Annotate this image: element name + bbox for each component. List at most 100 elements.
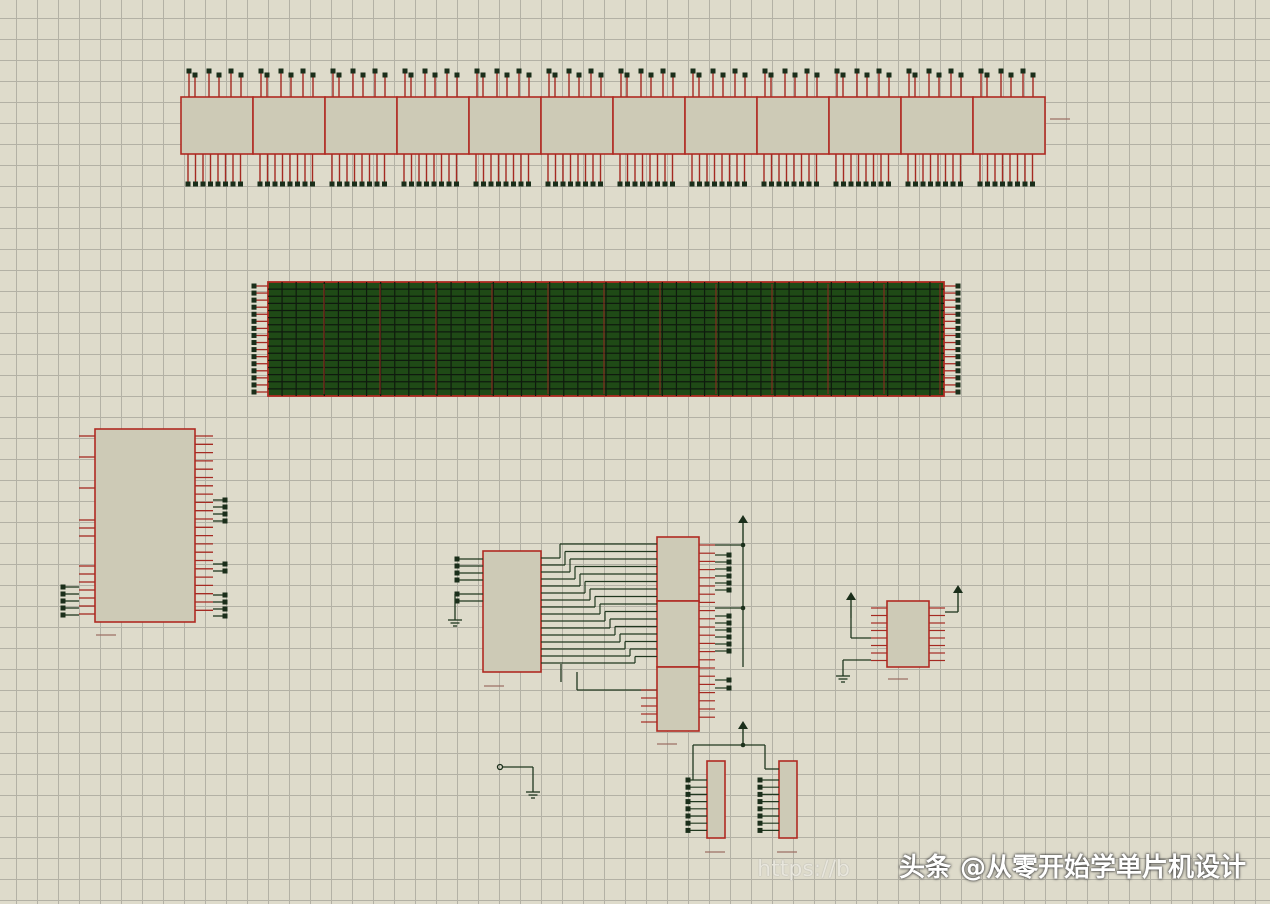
pin-terminal-icon [454,556,460,562]
pin-terminal-icon [251,382,257,388]
pin-terminal-icon [998,68,1004,74]
pin-terminal-icon [647,181,653,187]
pin-terminal-icon [955,332,961,338]
pin-terminal-icon [496,181,501,187]
pin-terminal-icon [251,389,257,395]
pin-terminal-icon [265,181,270,187]
pin-terminal-icon [704,181,710,187]
pin-terminal-icon [1000,181,1005,187]
display-module [468,96,542,155]
pin-terminal-icon [757,827,763,833]
pin-terminal-icon [814,72,820,78]
pin-terminal-icon [757,813,763,819]
pin-terminal-icon [60,605,66,611]
pin-terminal-icon [251,340,257,346]
pin-terminal-icon [488,181,494,187]
pin-terminal-icon [648,72,654,78]
pin-terminal-icon [206,68,212,74]
pin-terminal-icon [863,181,869,187]
pin-terminal-icon [955,389,961,395]
pin-terminal-icon [222,504,228,510]
display-module [828,96,902,155]
microcontroller [94,428,196,623]
pin-terminal-icon [955,325,961,331]
pin-terminal-icon [374,181,380,187]
pin-terminal-icon [726,580,732,586]
pin-terminal-icon [955,297,961,303]
pin-terminal-icon [504,72,510,78]
pin-terminal-icon [350,68,356,74]
pin-terminal-icon [1007,181,1013,187]
pin-terminal-icon [726,634,732,640]
pin-terminal-icon [955,311,961,317]
pin-terminal-icon [799,181,804,187]
pin-terminal-icon [640,181,645,187]
watermark-brand: 头条 @从零开始学单片机设计 [898,853,1246,883]
pin-terminal-icon [697,181,702,187]
pin-terminal-icon [251,361,257,367]
component-label [888,678,908,680]
pin-terminal-icon [905,181,911,187]
pin-terminal-icon [222,568,228,574]
component-label [96,634,116,636]
pin-terminal-icon [444,68,450,74]
pin-terminal-icon [955,347,961,353]
power-arrow-head [953,585,963,593]
pin-terminal-icon [251,290,257,296]
display-module [324,96,398,155]
pin-terminal-icon [310,181,315,187]
pin-terminal-icon [546,68,552,74]
pin-terminal-icon [185,181,191,187]
pin-terminal-icon [696,72,702,78]
pin-terminal-icon [454,563,460,569]
pin-terminal-icon [955,361,961,367]
pin-terminal-icon [401,181,407,187]
pin-terminal-icon [726,677,732,683]
pin-terminal-icon [977,181,983,187]
pin-terminal-icon [864,72,870,78]
display-module [612,96,686,155]
pin-terminal-icon [192,72,198,78]
pin-terminal-icon [792,72,798,78]
display-module [396,96,470,155]
pin-terminal-icon [295,181,300,187]
pin-terminal-icon [446,181,452,187]
probe-terminal [496,763,504,771]
pin-terminal-icon [382,72,388,78]
pin-terminal-icon [886,72,892,78]
pin-terminal-icon [936,72,942,78]
pin-terminal-icon [251,297,257,303]
pin-terminal-icon [590,181,596,187]
pin-terminal-icon [985,181,990,187]
component-label [777,851,797,853]
pin-terminal-icon [251,325,257,331]
pin-terminal-icon [560,181,566,187]
pin-terminal-icon [742,181,747,187]
display-module [972,96,1046,155]
pin-terminal-icon [222,511,228,517]
pin-terminal-icon [1020,68,1026,74]
pin-terminal-icon [978,68,984,74]
pin-terminal-icon [1022,181,1028,187]
pin-terminal-icon [841,181,846,187]
pin-terminal-icon [280,181,285,187]
pin-terminal-icon [984,72,990,78]
pin-terminal-icon [660,68,666,74]
pin-terminal-icon [424,181,429,187]
component-label [657,743,677,745]
pin-terminal-icon [958,181,963,187]
pin-terminal-icon [526,72,532,78]
pin-terminal-icon [762,68,768,74]
pin-terminal-icon [251,368,257,374]
pin-terminal-icon [726,627,732,633]
pin-terminal-icon [920,181,926,187]
pin-terminal-icon [186,68,192,74]
pin-terminal-icon [251,347,257,353]
pin-terminal-icon [726,559,732,565]
pin-terminal-icon [576,72,582,78]
pin-terminal-icon [726,648,732,654]
pin-terminal-icon [685,791,691,797]
pin-terminal-icon [912,72,918,78]
pin-terminal-icon [618,68,624,74]
pin-terminal-icon [251,304,257,310]
